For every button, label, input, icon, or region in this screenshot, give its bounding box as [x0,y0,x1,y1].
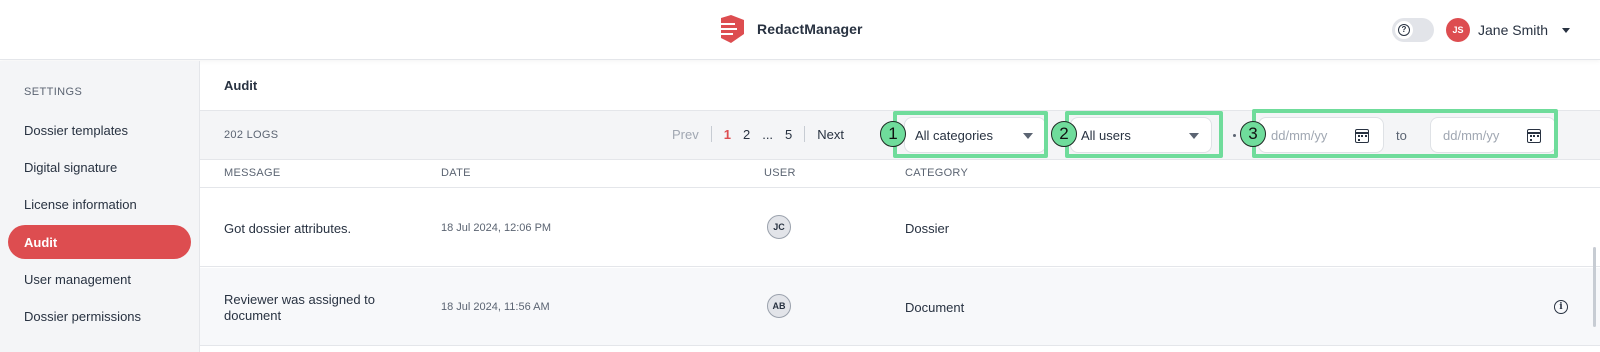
annotation-badge-2: 2 [1051,121,1077,147]
user-menu[interactable]: JS Jane Smith [1446,18,1571,42]
column-header-date[interactable]: DATE [441,167,471,179]
column-header-message[interactable]: MESSAGE [224,167,281,179]
user-avatar: AB [767,294,791,318]
prev-page-button[interactable]: Prev [672,127,699,142]
page-2-button[interactable]: 2 [743,127,750,142]
brand[interactable]: RedactManager [717,14,863,44]
row-message: Got dossier attributes. [224,221,352,236]
chevron-down-icon [1562,27,1571,33]
user-avatar: JC [767,215,791,239]
sidebar-section-title: SETTINGS [24,86,83,98]
row-date: 18 Jul 2024, 11:56 AM [441,301,550,313]
column-header-category[interactable]: CATEGORY [905,167,968,179]
redactmanager-logo-icon [719,15,744,43]
table-header: MESSAGE DATE USER CATEGORY [200,160,1600,188]
page-5-button[interactable]: 5 [785,127,792,142]
avatar: JS [1446,18,1470,42]
logs-count: 202 LOGS [224,129,279,141]
pagination-ellipsis: ... [762,126,774,142]
pagination: Prev 1 2 ... 5 Next [672,126,844,142]
table-row[interactable]: Reviewer was assigned to document 18 Jul… [200,268,1600,346]
annotation-badge-3: 3 [1240,121,1266,147]
info-circle-icon[interactable]: i [1554,300,1568,314]
separator-dot [1233,134,1236,137]
row-category: Dossier [905,221,950,236]
top-bar: RedactManager ? JS Jane Smith [0,0,1600,60]
annotation-box-1 [893,111,1048,158]
row-category: Document [905,300,965,315]
pagination-divider [804,126,806,142]
table-row[interactable]: Got dossier attributes. 18 Jul 2024, 12:… [200,189,1600,267]
sidebar-item-dossier-templates[interactable]: Dossier templates [8,113,191,147]
scrollbar[interactable] [1593,247,1596,327]
sidebar-item-audit[interactable]: Audit [8,225,191,259]
help-mode-toggle[interactable]: ? [1392,18,1434,42]
settings-sidebar: SETTINGS Dossier templates Digital signa… [0,61,200,352]
column-header-user[interactable]: USER [764,167,796,179]
annotation-box-3 [1252,109,1558,158]
page-title: Audit [224,78,258,93]
pagination-divider [710,126,712,142]
row-message: Reviewer was assigned to document [224,292,376,323]
app-name: RedactManager [757,21,863,37]
question-circle-icon: ? [1398,24,1410,36]
next-page-button[interactable]: Next [817,127,844,142]
user-name: Jane Smith [1478,22,1549,38]
toggle-knob: ? [1395,21,1413,39]
sidebar-item-license-information[interactable]: License information [8,187,191,221]
main-content: Audit 202 LOGS Prev 1 2 ... 5 Next All c… [200,61,1600,352]
row-date: 18 Jul 2024, 12:06 PM [441,222,552,234]
annotation-box-2 [1065,111,1223,158]
sidebar-item-digital-signature[interactable]: Digital signature [8,150,191,184]
annotation-badge-1: 1 [880,121,906,147]
sidebar-item-dossier-permissions[interactable]: Dossier permissions [8,299,191,333]
sidebar-item-user-management[interactable]: User management [8,262,191,296]
page-1-button[interactable]: 1 [724,127,731,142]
